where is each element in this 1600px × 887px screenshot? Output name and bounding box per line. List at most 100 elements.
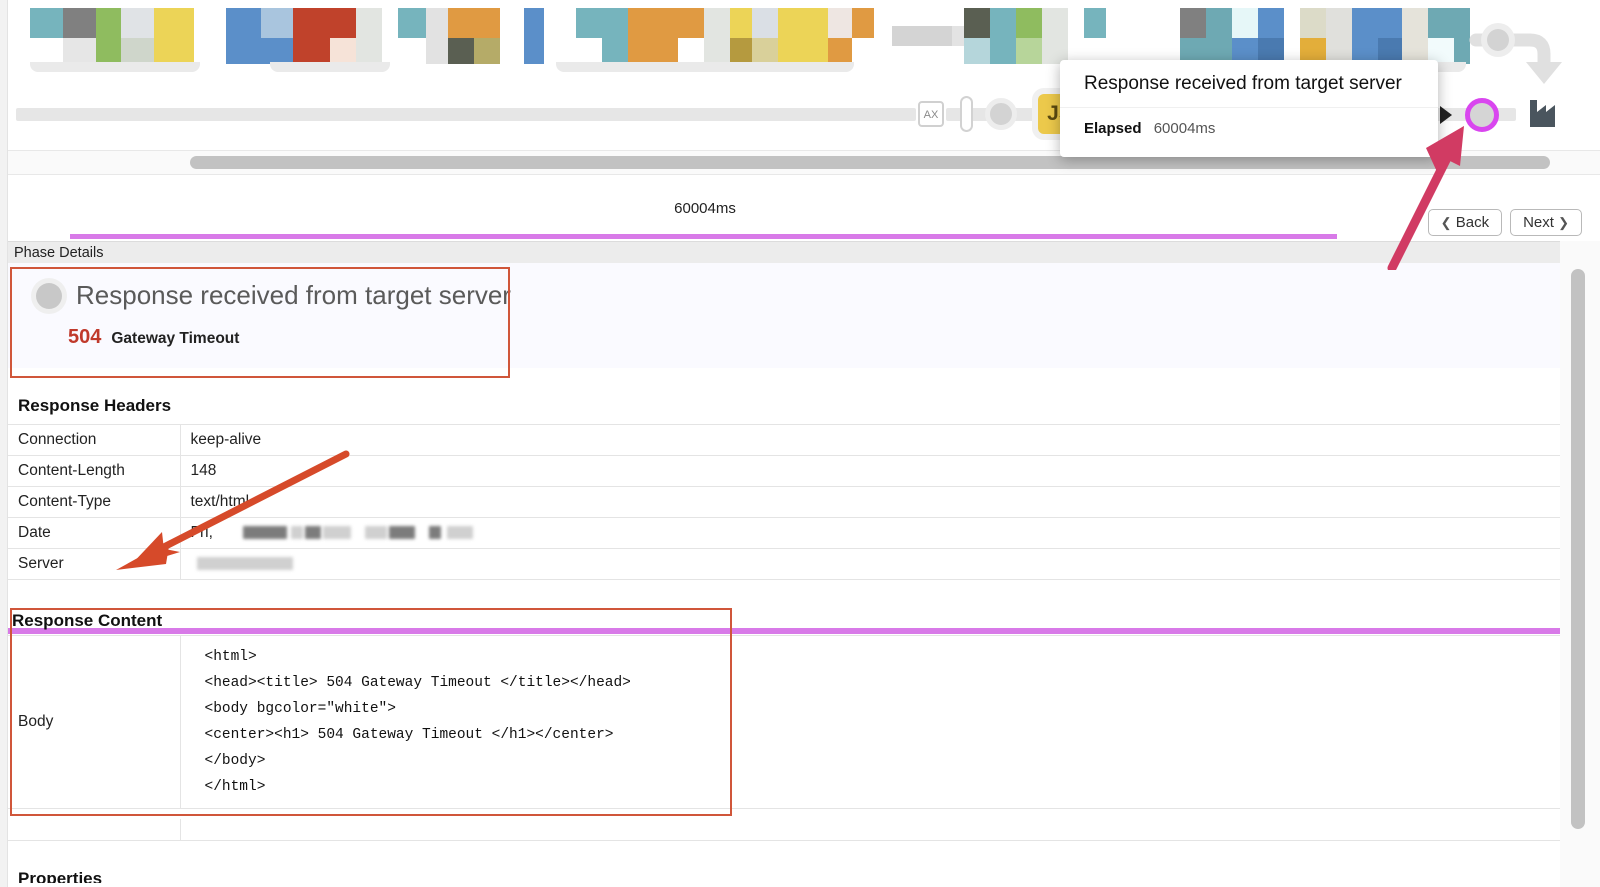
response-body-text: <html> <head><title> 504 Gateway Timeout… (204, 649, 631, 795)
trace-block-cell (261, 38, 293, 64)
trace-block-cell (1042, 8, 1068, 64)
timeline-duration-bar (70, 234, 1337, 239)
trace-block-group[interactable] (1300, 8, 1470, 64)
redacted-value (446, 526, 473, 540)
trace-block-cell (261, 8, 293, 38)
phase-details-header: Phase Details (8, 241, 1560, 263)
trace-block-cell (426, 8, 450, 64)
trace-block-cell (730, 8, 752, 38)
trace-block-cell (398, 8, 426, 38)
phase-title: Response received from target server (76, 280, 511, 310)
timeline-hscrollbar-thumb[interactable] (190, 156, 1550, 169)
flow-arrow-icon (1440, 106, 1452, 124)
trace-block-cell (474, 38, 500, 64)
trace-block-group[interactable] (524, 8, 544, 64)
left-gutter (0, 0, 8, 887)
response-headers-title: Response Headers (18, 396, 172, 415)
trace-block-cell (602, 8, 628, 64)
trace-block-cell (121, 8, 154, 38)
trace-block-group[interactable] (1084, 8, 1106, 64)
trace-block-cell (730, 38, 752, 64)
back-button[interactable]: ❮ Back (1427, 209, 1503, 236)
header-value: keep-alive (180, 424, 1560, 456)
response-content-title: Response Content (12, 611, 163, 630)
header-name: Date (8, 517, 181, 549)
phase-status-title-row: Response received from target server (36, 280, 511, 311)
trace-block-cell (356, 8, 382, 64)
trace-block-cell (293, 8, 330, 64)
trace-block-cell (704, 8, 730, 64)
redacted-value (364, 526, 387, 540)
trace-block-group[interactable] (448, 8, 500, 64)
phase-status-block: Response received from target server 504… (8, 263, 1560, 368)
trace-block-cell (752, 8, 778, 38)
trace-block-cell (964, 8, 990, 38)
tooltip-title: Response received from target server (1060, 60, 1438, 108)
redacted-value (242, 526, 287, 540)
trace-block-group[interactable] (964, 8, 1068, 64)
redacted-value (290, 526, 303, 540)
status-code: 504 (68, 326, 102, 348)
header-name: Content-Type (8, 486, 181, 518)
trace-block-cell (448, 8, 500, 38)
next-button[interactable]: Next ❯ (1510, 209, 1582, 236)
redacted-value (304, 526, 321, 540)
analytics-node-badge[interactable]: AX (918, 101, 944, 127)
response-content-tail-row (8, 819, 1560, 841)
trace-block-group[interactable] (30, 8, 204, 64)
header-name: Server (8, 548, 181, 580)
trace-block-cell (330, 8, 356, 38)
trace-block-cell (828, 8, 852, 38)
page-vscrollbar[interactable] (1560, 241, 1600, 887)
table-column-divider (180, 819, 181, 841)
trace-block-group[interactable] (576, 8, 874, 64)
selected-phase-node[interactable] (1465, 98, 1499, 132)
response-content-table: Body <html> <head><title> 504 Gateway Ti… (8, 635, 1560, 809)
tooltip-metric-value: 60004ms (1153, 120, 1216, 137)
trace-block-cell (63, 8, 96, 38)
trace-block-cell (1428, 8, 1454, 38)
trace-block-cell (1402, 8, 1428, 64)
trace-block-cell (1206, 8, 1232, 64)
trace-block-cell (30, 8, 63, 38)
table-row: Date Fri, (8, 517, 1560, 549)
trace-block-group[interactable] (226, 8, 388, 64)
trace-block-cell (752, 38, 778, 64)
flow-return-arrow-icon (1468, 18, 1578, 93)
trace-block-cell (524, 8, 544, 64)
header-value: 148 (180, 455, 1560, 487)
redacted-value (322, 526, 351, 540)
chevron-left-icon: ❮ (1440, 215, 1452, 230)
table-row: Content-Type text/html (8, 486, 1560, 518)
trace-block-cell (1300, 8, 1326, 38)
trace-group-shadow (30, 62, 200, 72)
flow-rail-segment (16, 108, 916, 121)
trace-block-cell (576, 8, 602, 38)
chevron-right-icon: ❯ (1558, 215, 1569, 230)
page-vscrollbar-thumb[interactable] (1571, 269, 1585, 829)
response-body-label: Body (8, 635, 181, 809)
trace-block-cell (1352, 8, 1402, 38)
phase-navigation[interactable]: ❮ Back Next ❯ (1427, 209, 1582, 236)
trace-block-cell (778, 8, 828, 64)
header-name: Content-Length (8, 455, 181, 487)
trace-block-cell (330, 38, 356, 64)
trace-block-cell (1180, 8, 1206, 38)
trace-block-group[interactable] (1180, 8, 1284, 64)
phase-tooltip: Response received from target server Ela… (1060, 60, 1438, 157)
trace-group-shadow (270, 62, 390, 72)
trace-block-cell (226, 8, 261, 64)
tooltip-body: Elapsed 60004ms (1060, 108, 1438, 157)
phase-duration-bar (8, 628, 1560, 634)
phase-status-code-row: 504 Gateway Timeout (68, 326, 239, 349)
phase-status-dot-icon (36, 282, 62, 309)
status-reason-phrase: Gateway Timeout (111, 330, 240, 347)
response-headers-table: Connection keep-alive Content-Length 148 Con… (8, 424, 1560, 580)
table-row: Body <html> <head><title> 504 Gateway Ti… (8, 635, 1560, 809)
trace-block-cell (828, 38, 852, 64)
condition-node[interactable] (960, 96, 973, 132)
policy-node-dot[interactable] (985, 98, 1017, 130)
header-value: text/html (180, 486, 1560, 518)
trace-block-cell (628, 8, 678, 64)
trace-block-cell (1016, 8, 1042, 38)
